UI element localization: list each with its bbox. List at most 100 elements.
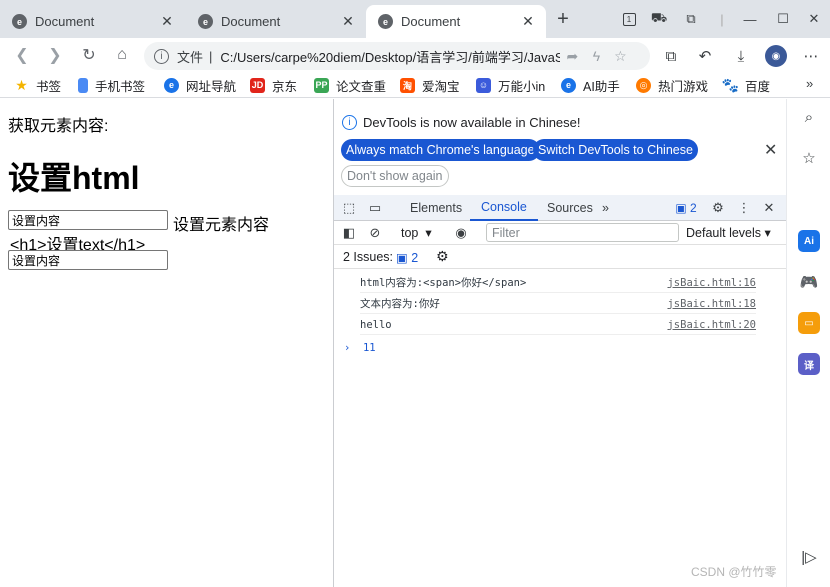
console-text: html内容为:<span>你好</span> [360,277,527,289]
devtools-tabbar: ⬚ ▭ Elements Console Sources » ▣ 2 ⚙ ⋮ ✕ [334,195,787,221]
match-language-button[interactable]: Always match Chrome's language [341,139,540,161]
bookmark-item[interactable]: ★ 书签 [14,76,61,94]
bookmark-label: 热门游戏 [658,79,709,94]
tab-counter-icon[interactable]: 1 [619,9,639,29]
clear-console-icon[interactable]: ⊘ [365,223,385,243]
bookmark-item[interactable]: e AI助手 [561,76,620,94]
home-icon[interactable]: ⌂ [110,43,134,67]
collapse-sidebar-icon[interactable]: |▷ [798,546,820,568]
close-notice-icon[interactable]: ✕ [764,140,777,160]
issues-settings-icon[interactable]: ⚙ [436,248,449,265]
minimize-icon[interactable]: — [740,9,760,29]
bookmark-label: 爱淘宝 [422,79,460,94]
extensions-icon[interactable]: ⧉ [681,9,701,29]
games-icon[interactable]: 🎮 [798,271,820,293]
tab-strip: e Document ✕ e Document ✕ e Document ✕ +… [0,0,830,38]
notice-text: DevTools is now available in Chinese! [363,115,581,130]
source-link[interactable]: jsBaic.html:20 [667,319,756,331]
translate-icon[interactable]: 译 [798,353,820,375]
inspect-icon[interactable]: ⬚ [339,198,359,218]
document-favicon-icon: e [198,14,213,29]
search-icon[interactable]: ⌕ [798,106,820,128]
source-link[interactable]: jsBaic.html:18 [667,298,756,310]
share-icon[interactable]: ➦ [560,48,584,65]
document-favicon-icon: e [12,14,27,29]
console-message: 文本内容为:你好 jsBaic.html:18 [360,294,756,314]
more-menu-icon[interactable]: ⋯ [800,45,822,67]
document-favicon-icon: e [378,14,393,29]
back-icon[interactable]: ❮ [10,43,34,67]
bookmark-item[interactable]: JD 京东 [250,76,297,94]
collections-star-icon[interactable]: ☆ [798,147,820,169]
tab-title: Document [401,14,461,29]
profile-avatar[interactable]: ◉ [765,45,787,67]
device-toolbar-icon[interactable]: ▭ [365,198,385,218]
bolt-icon[interactable]: ϟ [584,48,608,64]
kebab-menu-icon[interactable]: ⋮ [734,198,754,218]
dropdown-icon: ▾ [764,226,771,240]
console-toolbar: ◧ ⊘ top ▾ ◉ Filter Default levels ▾ [334,221,787,245]
copilot-icon[interactable]: ⛟ [649,9,669,29]
tab-console[interactable]: Console [470,195,538,221]
bookmark-label: 京东 [272,79,298,94]
console-prompt[interactable]: › 11 [344,342,376,354]
issues-counter[interactable]: ▣ 2 [669,198,703,218]
bookmarks-more-icon[interactable]: » [806,76,813,91]
url-text[interactable]: C:/Users/carpe%20diem/Desktop/语言学习/前端学习/… [220,47,560,66]
ai-sidebar-icon[interactable]: Ai [798,230,820,252]
eye-icon[interactable]: ◉ [451,223,471,243]
tab-elements[interactable]: Elements [410,195,462,221]
jd-icon: JD [250,77,265,93]
browser-toolbar: ❮ ❯ ↻ ⌂ i 文件 | C:/Users/carpe%20diem/Des… [0,38,830,72]
forward-icon[interactable]: ❯ [43,43,67,67]
address-bar[interactable]: i 文件 | C:/Users/carpe%20diem/Desktop/语言学… [144,42,650,70]
prompt-chevron-icon: › [344,342,363,354]
issues-link[interactable]: ▣ 2 [396,250,418,265]
browser-tab-1[interactable]: e Document ✕ [0,5,185,38]
tab-sources[interactable]: Sources [547,195,593,221]
bookmark-item[interactable]: ◎ 热门游戏 [636,76,708,94]
file-label: 文件 [177,49,204,65]
context-select[interactable]: top ▾ [401,225,432,240]
close-window-icon[interactable]: ✕ [804,9,824,29]
issue-count: 2 [689,201,697,215]
tab-close-icon[interactable]: ✕ [159,13,175,30]
extensions-puzzle-icon[interactable]: ⧉ [660,45,682,67]
bookmark-item[interactable]: 淘 爱淘宝 [400,76,460,94]
star-favorite-icon[interactable]: ☆ [608,48,632,65]
browser-tab-2[interactable]: e Document ✕ [186,5,366,38]
sidebar-toggle-icon[interactable]: ◧ [339,223,359,243]
settings-gear-icon[interactable]: ⚙ [708,198,728,218]
bookmark-label: 论文查重 [336,79,387,94]
source-link[interactable]: jsBaic.html:16 [667,277,756,289]
bookmark-item[interactable]: ☺ 万能小in [476,76,545,94]
star-icon: ★ [15,76,28,93]
switch-chinese-button[interactable]: Switch DevTools to Chinese [533,139,698,161]
bookmark-label: 万能小in [498,79,546,94]
bookmarks-bar: ★ 书签 手机书签 e 网址导航 JD 京东 PP 论文查重 淘 爱淘宝 ☺ 万… [0,72,830,98]
taobao-icon: 淘 [400,77,415,93]
bookmark-label: AI助手 [583,79,620,94]
undo-icon[interactable]: ↶ [694,45,716,67]
new-tab-button[interactable]: + [553,8,573,31]
info-icon[interactable]: i [154,48,169,64]
levels-value: Default levels [686,226,762,240]
filter-input[interactable]: Filter [486,223,679,242]
bookmark-item[interactable]: e 网址导航 [164,76,236,94]
content-input-1[interactable]: 设置内容 [8,210,168,230]
toolbox-icon[interactable]: ▭ [798,312,820,334]
tab-close-icon[interactable]: ✕ [340,13,356,30]
bookmark-item[interactable]: 🐾 百度 [722,76,770,94]
bookmark-item[interactable]: PP 论文查重 [314,76,386,94]
tab-close-icon[interactable]: ✕ [520,13,536,30]
levels-select[interactable]: Default levels ▾ [686,225,771,240]
dont-show-button[interactable]: Don't show again [341,165,449,187]
bookmark-item[interactable]: 手机书签 [78,76,145,94]
more-tabs-icon[interactable]: » [602,195,609,221]
download-icon[interactable]: ⤓ [730,45,752,67]
browser-tab-3-active[interactable]: e Document ✕ [366,5,546,38]
content-input-2[interactable]: 设置内容 [8,250,168,270]
reload-icon[interactable]: ↻ [77,43,101,67]
maximize-icon[interactable]: ☐ [773,9,793,29]
close-devtools-icon[interactable]: ✕ [759,198,779,218]
